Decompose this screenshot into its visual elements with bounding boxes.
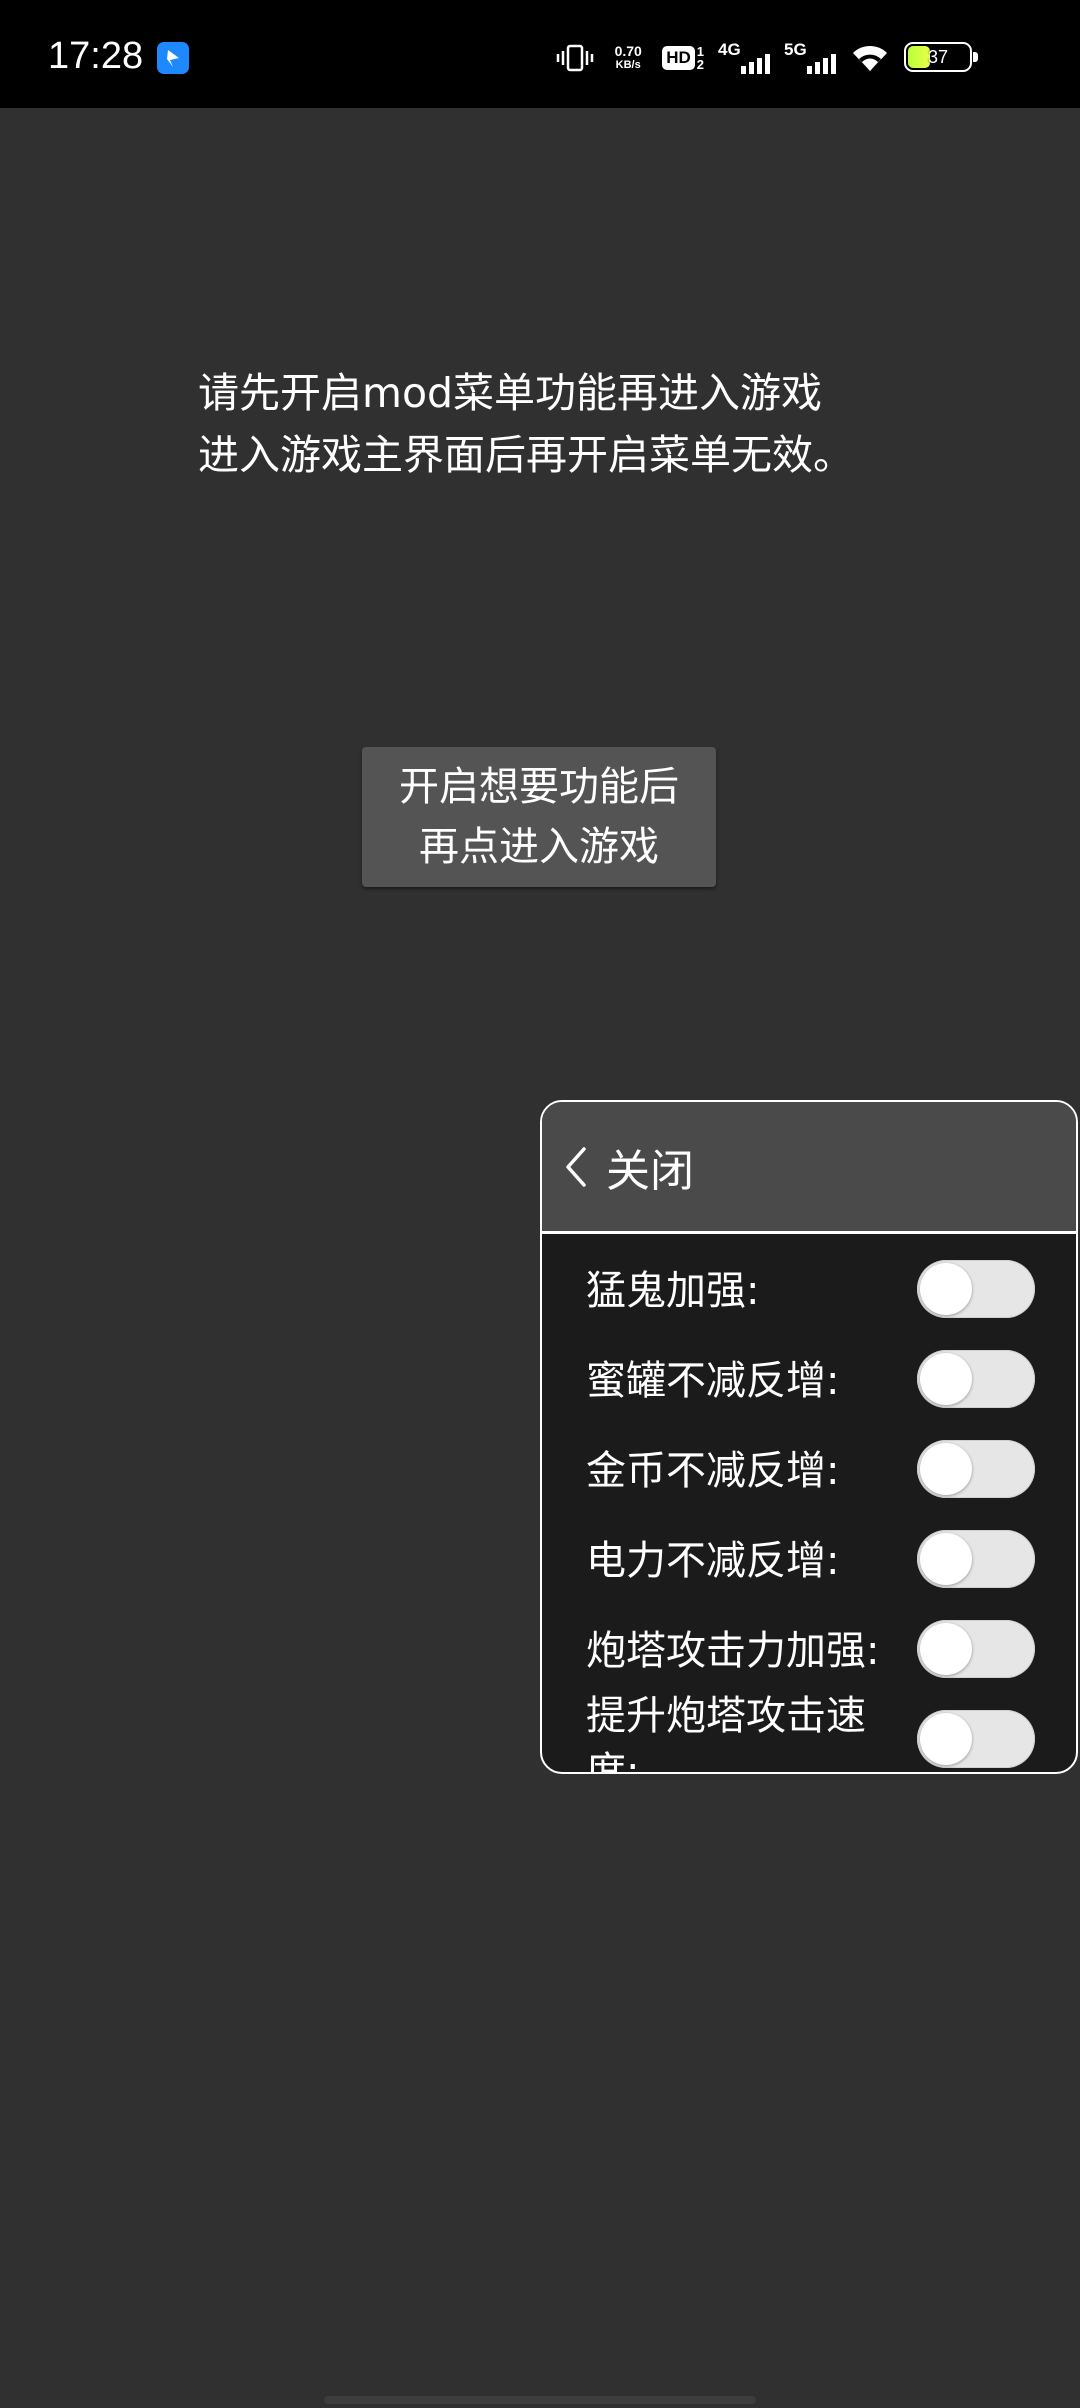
power-increase-toggle[interactable] bbox=[917, 1530, 1035, 1588]
option-label: 提升炮塔攻击速度: bbox=[586, 1693, 866, 1774]
turret-attack-toggle[interactable] bbox=[917, 1620, 1035, 1678]
enter-game-button-line-2: 再点进入游戏 bbox=[419, 824, 659, 870]
battery-percent: 37 bbox=[927, 46, 949, 67]
wifi-icon bbox=[850, 42, 890, 74]
instruction-line-2: 进入游戏主界面后再开启菜单无效。 bbox=[198, 431, 854, 479]
ghost-boost-toggle[interactable] bbox=[917, 1260, 1035, 1318]
instruction-text: 请先开启mod菜单功能再进入游戏 进入游戏主界面后再开启菜单无效。 bbox=[198, 362, 958, 486]
network-speed: 0.70 KB/s bbox=[608, 44, 648, 72]
close-label: 关闭 bbox=[606, 1145, 694, 1197]
option-row-turret-attack: 炮塔攻击力加强: bbox=[542, 1606, 1076, 1696]
option-row-gold-increase: 金币不减反增: bbox=[542, 1426, 1076, 1516]
mod-menu-panel: 关闭 猛鬼加强: 蜜罐不减反增: 金币不减反增: 电力不减反增: 炮塔攻击力加强… bbox=[540, 1100, 1078, 1774]
option-label: 电力不减反增: bbox=[586, 1538, 840, 1584]
enter-game-button[interactable]: 开启想要功能后 再点进入游戏 bbox=[362, 747, 716, 887]
option-label: 炮塔攻击力加强: bbox=[586, 1628, 880, 1674]
chevron-left-icon bbox=[566, 1146, 586, 1187]
hd-voice-icon: HD 1 2 bbox=[662, 45, 704, 71]
screen: 17:28 0.70 KB/s HD 1 2 4G 5G 37 请先开启mod菜… bbox=[0, 0, 1080, 2408]
option-row-ghost-boost: 猛鬼加强: bbox=[542, 1246, 1076, 1336]
enter-game-button-line-1: 开启想要功能后 bbox=[399, 764, 679, 810]
vibrate-icon bbox=[556, 43, 594, 73]
gold-increase-toggle[interactable] bbox=[917, 1440, 1035, 1498]
network-speed-unit: KB/s bbox=[615, 59, 641, 71]
signal-4g-icon: 4G bbox=[718, 40, 770, 76]
instruction-line-1: 请先开启mod菜单功能再进入游戏 bbox=[198, 369, 823, 417]
signal-5g-icon: 5G bbox=[784, 40, 836, 76]
option-row-power-increase: 电力不减反增: bbox=[542, 1516, 1076, 1606]
honey-increase-toggle[interactable] bbox=[917, 1350, 1035, 1408]
navigation-handle[interactable] bbox=[324, 2396, 756, 2404]
hd-sim-bottom: 2 bbox=[696, 57, 704, 72]
status-time: 17:28 bbox=[48, 35, 144, 77]
option-label: 猛鬼加强: bbox=[586, 1268, 760, 1314]
mod-options-list[interactable]: 猛鬼加强: 蜜罐不减反增: 金币不减反增: 电力不减反增: 炮塔攻击力加强: 提… bbox=[542, 1234, 1076, 1772]
status-bar: 17:28 0.70 KB/s HD 1 2 4G 5G 37 bbox=[0, 0, 1080, 108]
signal-4g-label: 4G bbox=[718, 40, 741, 59]
signal-5g-label: 5G bbox=[784, 40, 807, 59]
option-label: 金币不减反增: bbox=[586, 1448, 840, 1494]
network-speed-value: 0.70 bbox=[614, 43, 642, 59]
status-icons: 0.70 KB/s HD 1 2 4G 5G 37 bbox=[556, 38, 980, 78]
hd-label: HD bbox=[662, 46, 695, 70]
close-menu-button[interactable]: 关闭 bbox=[542, 1102, 1076, 1234]
option-row-honey-increase: 蜜罐不减反增: bbox=[542, 1336, 1076, 1426]
app-notification-icon bbox=[157, 42, 189, 74]
option-row-turret-speed: 提升炮塔攻击速度: bbox=[542, 1693, 1076, 1772]
battery-icon: 37 bbox=[904, 42, 980, 74]
option-label: 蜜罐不减反增: bbox=[586, 1358, 840, 1404]
turret-speed-toggle[interactable] bbox=[917, 1710, 1035, 1768]
